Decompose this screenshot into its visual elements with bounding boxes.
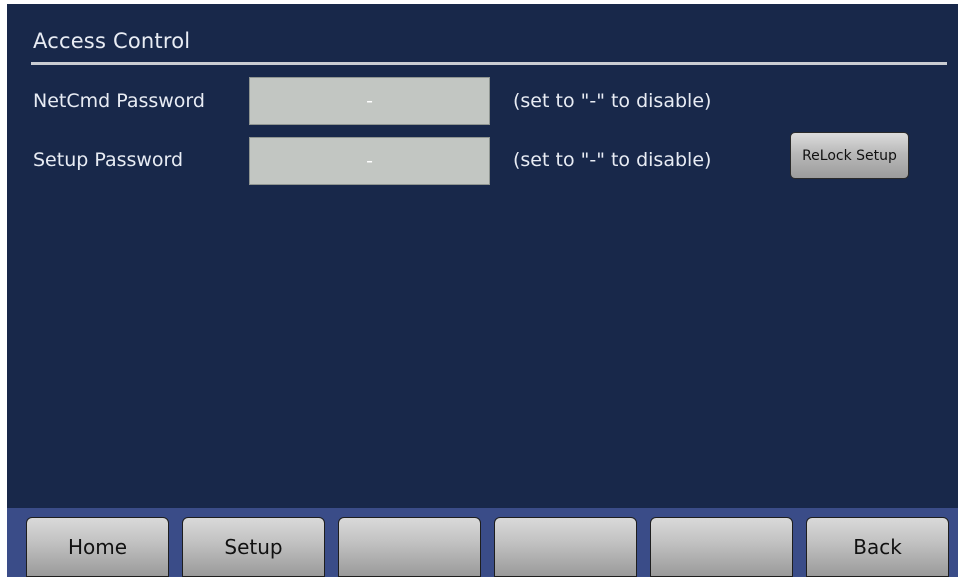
function-key-5-button[interactable] [650, 517, 793, 577]
setup-button[interactable]: Setup [182, 517, 325, 577]
setup-password-hint: (set to "-" to disable) [513, 149, 712, 171]
back-button[interactable]: Back [806, 517, 949, 577]
netcmd-password-hint: (set to "-" to disable) [513, 90, 712, 112]
setup-password-label: Setup Password [33, 149, 184, 171]
netcmd-password-field[interactable]: - [249, 77, 490, 125]
home-button[interactable]: Home [26, 517, 169, 577]
page-title: Access Control [33, 29, 191, 53]
access-control-screen: Access Control NetCmd Password - (set to… [7, 4, 958, 577]
function-key-bar: Home Setup Back [7, 508, 958, 577]
relock-setup-button[interactable]: ReLock Setup [790, 132, 909, 179]
function-key-4-button[interactable] [494, 517, 637, 577]
netcmd-password-label: NetCmd Password [33, 90, 205, 112]
title-divider [31, 62, 947, 65]
setup-password-field[interactable]: - [249, 137, 490, 185]
function-key-3-button[interactable] [338, 517, 481, 577]
